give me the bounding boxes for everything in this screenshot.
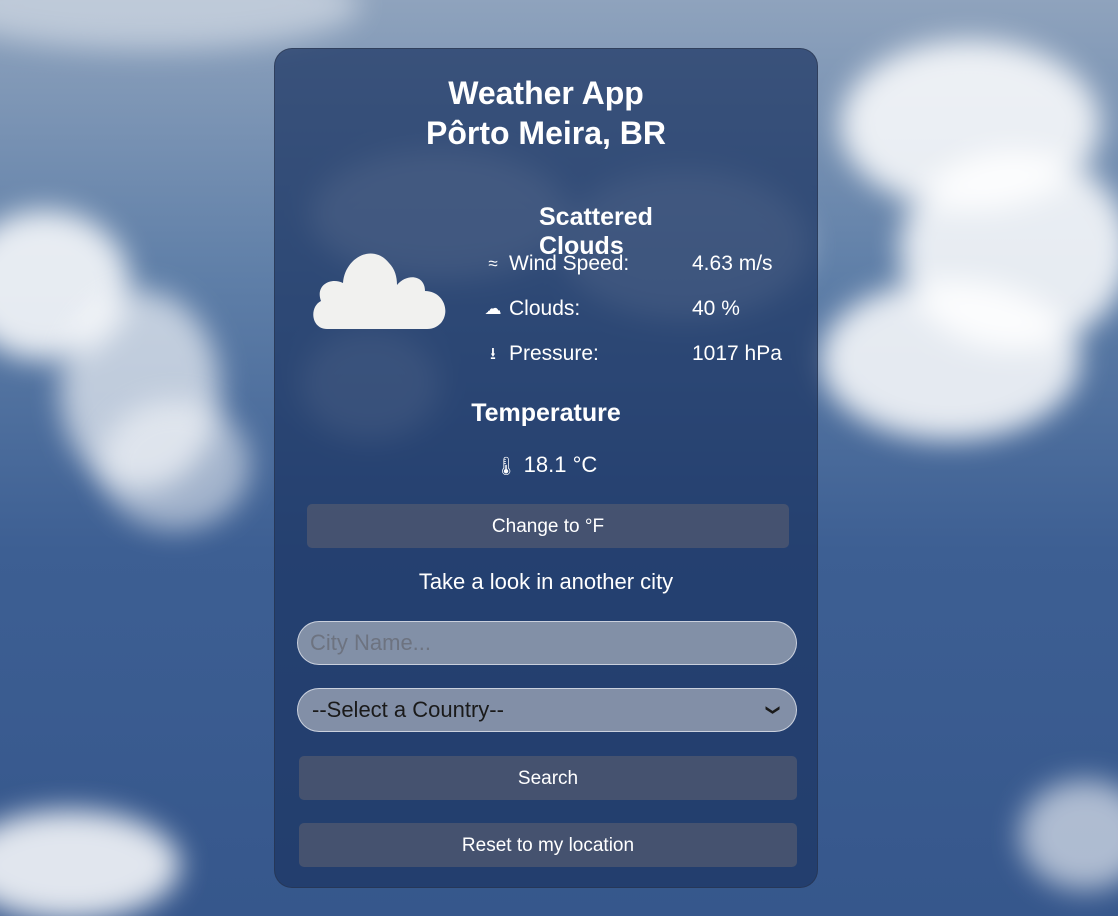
thermometer-icon: 🌡 [494,456,518,476]
change-unit-button[interactable]: Change to °F [307,504,789,548]
temperature-readout: 🌡 18.1 °C [275,452,817,478]
pressure-icon: ⭳ [490,344,496,363]
chevron-down-icon: ❯ [766,704,783,716]
wind-icon: ≈ [488,254,498,273]
location-name: Pôrto Meira, BR [425,115,667,151]
weather-stats: ≈ Wind Speed: 4.63 m/s ☁ Clouds: 40 % ⭳ … [482,249,802,384]
stat-wind-speed: ≈ Wind Speed: 4.63 m/s [482,249,802,294]
country-select-value: --Select a Country-- [312,697,504,722]
temperature-value: 18.1 °C [523,452,598,477]
stat-label: Pressure: [509,342,599,365]
stat-clouds: ☁ Clouds: 40 % [482,294,802,339]
temperature-heading: Temperature [471,399,621,427]
country-select[interactable]: --Select a Country-- ❯ [297,688,797,732]
search-button[interactable]: Search [299,756,797,800]
reset-location-button[interactable]: Reset to my location [299,823,797,867]
app-title: Weather App [448,75,644,111]
another-city-heading: Take a look in another city [418,569,674,594]
stat-value: 4.63 m/s [692,252,773,275]
scattered-clouds-icon [313,253,446,329]
app-header: Weather App Pôrto Meira, BR [275,73,817,153]
stat-pressure: ⭳ Pressure: 1017 hPa [482,339,802,384]
stat-value: 1017 hPa [692,342,782,365]
cloud-icon: ☁ [484,299,502,318]
city-name-input[interactable] [297,621,797,665]
stat-label: Clouds: [509,297,581,320]
stat-label: Wind Speed: [509,252,630,275]
weather-card: Weather App Pôrto Meira, BR Scattered Cl… [274,48,818,888]
stat-value: 40 % [692,297,740,320]
